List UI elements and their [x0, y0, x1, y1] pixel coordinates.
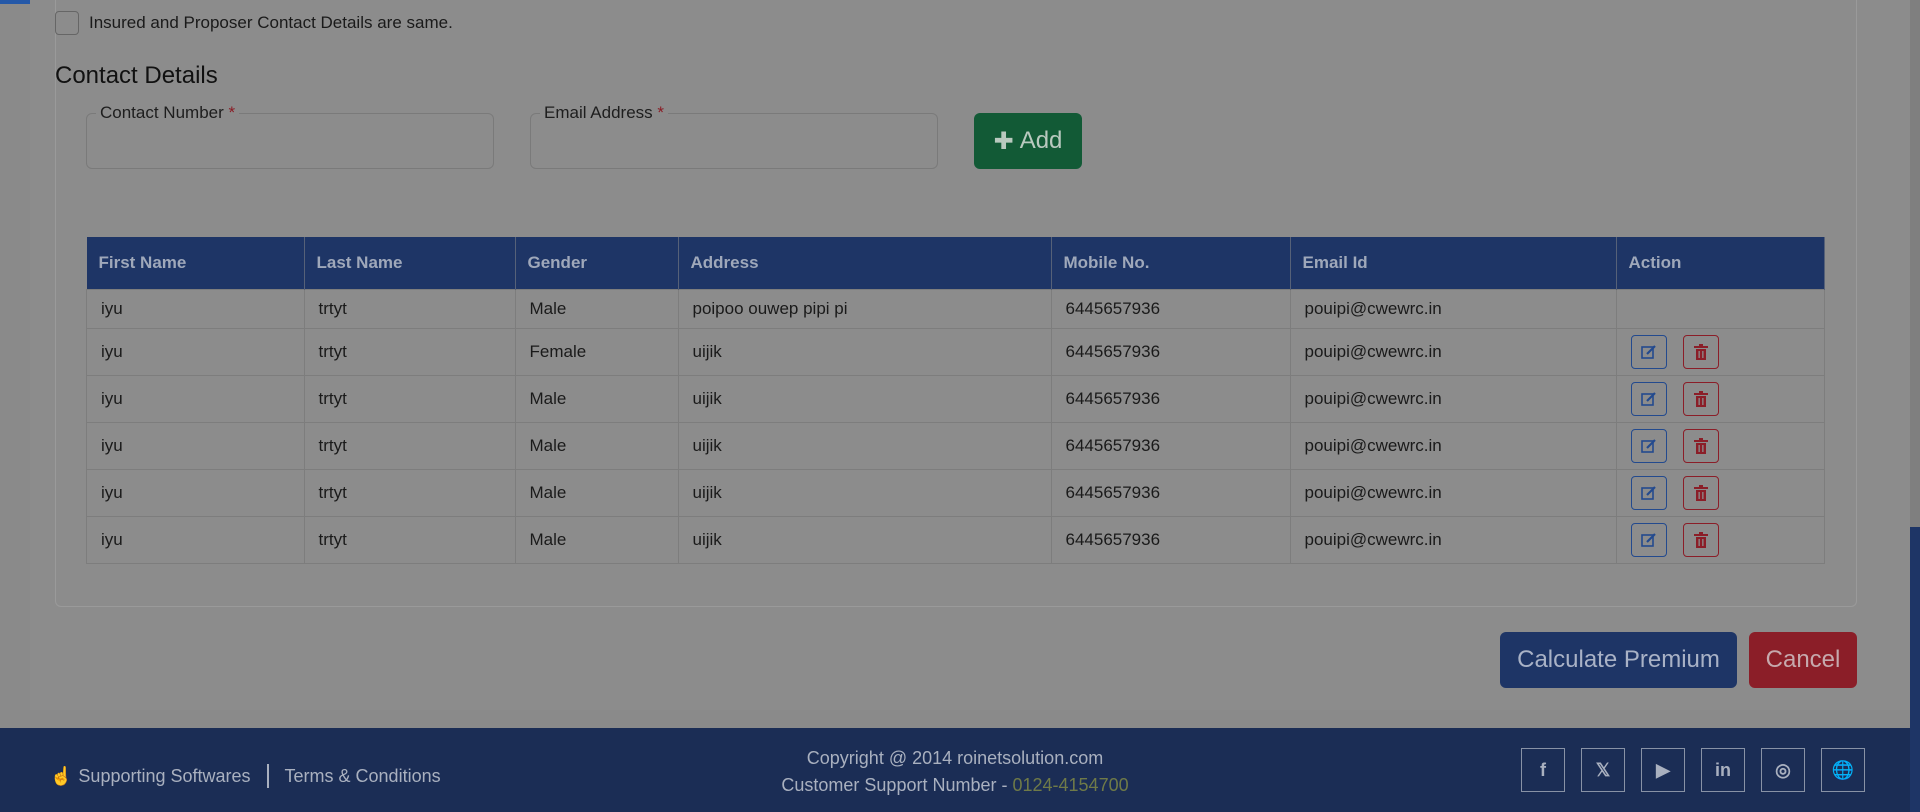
edit-icon [1640, 439, 1656, 453]
cell-action [1615, 375, 1825, 423]
contacts-table: First Name Last Name Gender Address Mobi… [86, 237, 1825, 564]
cell-last-name: trtyt [303, 328, 516, 376]
cell-gender: Male [514, 375, 679, 423]
delete-button[interactable] [1682, 429, 1719, 463]
cell-action [1615, 328, 1825, 376]
cell-action [1615, 469, 1825, 517]
cell-email: pouipi@cwewrc.in [1289, 469, 1617, 517]
edit-button[interactable] [1630, 476, 1667, 510]
cell-last-name: trtyt [303, 469, 516, 517]
cell-gender: Female [514, 328, 679, 376]
column-header: Mobile No. [1051, 237, 1291, 290]
cell-first-name: iyu [86, 469, 305, 517]
cell-address: uijik [677, 469, 1052, 517]
cell-action [1615, 289, 1825, 329]
scrollbar[interactable] [1910, 0, 1920, 812]
trash-icon [1693, 391, 1708, 407]
cell-mobile: 6445657936 [1050, 469, 1291, 517]
cell-gender: Male [514, 422, 679, 470]
cell-last-name: trtyt [303, 375, 516, 423]
column-header: Gender [515, 237, 679, 290]
cell-last-name: trtyt [303, 289, 516, 329]
cell-first-name: iyu [86, 422, 305, 470]
cell-first-name: iyu [86, 328, 305, 376]
add-button[interactable]: ✚ Add [974, 113, 1082, 169]
edit-button[interactable] [1630, 382, 1667, 416]
trash-icon [1693, 485, 1708, 501]
cell-email: pouipi@cwewrc.in [1289, 516, 1617, 564]
column-header: Email Id [1290, 237, 1617, 290]
cell-address: poipoo ouwep pipi pi [677, 289, 1052, 329]
footer: ☝ Supporting Softwares Terms & Condition… [0, 728, 1910, 812]
cell-address: uijik [677, 422, 1052, 470]
edit-button[interactable] [1630, 335, 1667, 369]
cell-action [1615, 422, 1825, 470]
cell-first-name: iyu [86, 516, 305, 564]
table-row: iyu trtyt Male poipoo ouwep pipi pi 6445… [86, 289, 1825, 329]
column-header: Address [678, 237, 1052, 290]
cell-gender: Male [514, 516, 679, 564]
edit-button[interactable] [1630, 429, 1667, 463]
edit-icon [1640, 533, 1656, 547]
trash-icon [1693, 344, 1708, 360]
edit-icon [1640, 392, 1656, 406]
facebook-icon[interactable]: f [1521, 748, 1565, 792]
table-row: iyu trtyt Male uijik 6445657936 pouipi@c… [86, 422, 1825, 470]
social-links: f 𝕏 ▶ in ◎ 🌐 [1521, 748, 1865, 792]
cell-last-name: trtyt [303, 422, 516, 470]
column-header: Action [1616, 237, 1825, 290]
cell-mobile: 6445657936 [1050, 375, 1291, 423]
cell-last-name: trtyt [303, 516, 516, 564]
edit-icon [1640, 486, 1656, 500]
x-icon[interactable]: 𝕏 [1581, 748, 1625, 792]
cell-address: uijik [677, 516, 1052, 564]
cell-mobile: 6445657936 [1050, 516, 1291, 564]
table-row: iyu trtyt Male uijik 6445657936 pouipi@c… [86, 469, 1825, 517]
cell-email: pouipi@cwewrc.in [1289, 328, 1617, 376]
cell-email: pouipi@cwewrc.in [1289, 422, 1617, 470]
cell-address: uijik [677, 375, 1052, 423]
cell-first-name: iyu [86, 289, 305, 329]
cell-address: uijik [677, 328, 1052, 376]
cell-action [1615, 516, 1825, 564]
same-contact-label: Insured and Proposer Contact Details are… [89, 13, 453, 32]
linkedin-icon[interactable]: in [1701, 748, 1745, 792]
scrollbar-thumb[interactable] [1910, 527, 1920, 812]
delete-button[interactable] [1682, 335, 1719, 369]
table-row: iyu trtyt Male uijik 6445657936 pouipi@c… [86, 516, 1825, 564]
cell-gender: Male [514, 469, 679, 517]
cell-mobile: 6445657936 [1050, 289, 1291, 329]
section-title: Contact Details [55, 62, 218, 89]
plus-icon: ✚ [993, 127, 1014, 155]
edit-button[interactable] [1630, 523, 1667, 557]
contact-number-label: Contact Number * [96, 103, 240, 123]
trash-icon [1693, 438, 1708, 454]
delete-button[interactable] [1682, 382, 1719, 416]
youtube-icon[interactable]: ▶ [1641, 748, 1685, 792]
cancel-button[interactable]: Cancel [1749, 632, 1857, 688]
cell-email: pouipi@cwewrc.in [1289, 289, 1617, 329]
globe-icon[interactable]: 🌐 [1821, 748, 1865, 792]
edit-icon [1640, 345, 1656, 359]
trash-icon [1693, 532, 1708, 548]
delete-button[interactable] [1682, 476, 1719, 510]
calculate-premium-button[interactable]: Calculate Premium [1500, 632, 1737, 688]
support-phone: 0124-4154700 [1012, 775, 1129, 795]
cell-gender: Male [514, 289, 679, 329]
cell-mobile: 6445657936 [1050, 422, 1291, 470]
same-contact-checkbox[interactable] [55, 11, 79, 35]
table-row: iyu trtyt Female uijik 6445657936 pouipi… [86, 328, 1825, 376]
column-header: Last Name [304, 237, 516, 290]
cell-mobile: 6445657936 [1050, 328, 1291, 376]
table-row: iyu trtyt Male uijik 6445657936 pouipi@c… [86, 375, 1825, 423]
cell-first-name: iyu [86, 375, 305, 423]
instagram-icon[interactable]: ◎ [1761, 748, 1805, 792]
table-header-row: First Name Last Name Gender Address Mobi… [86, 237, 1825, 290]
same-contact-row: Insured and Proposer Contact Details are… [55, 11, 453, 35]
column-header: First Name [86, 237, 305, 290]
email-label: Email Address * [540, 103, 669, 123]
cell-email: pouipi@cwewrc.in [1289, 375, 1617, 423]
delete-button[interactable] [1682, 523, 1719, 557]
